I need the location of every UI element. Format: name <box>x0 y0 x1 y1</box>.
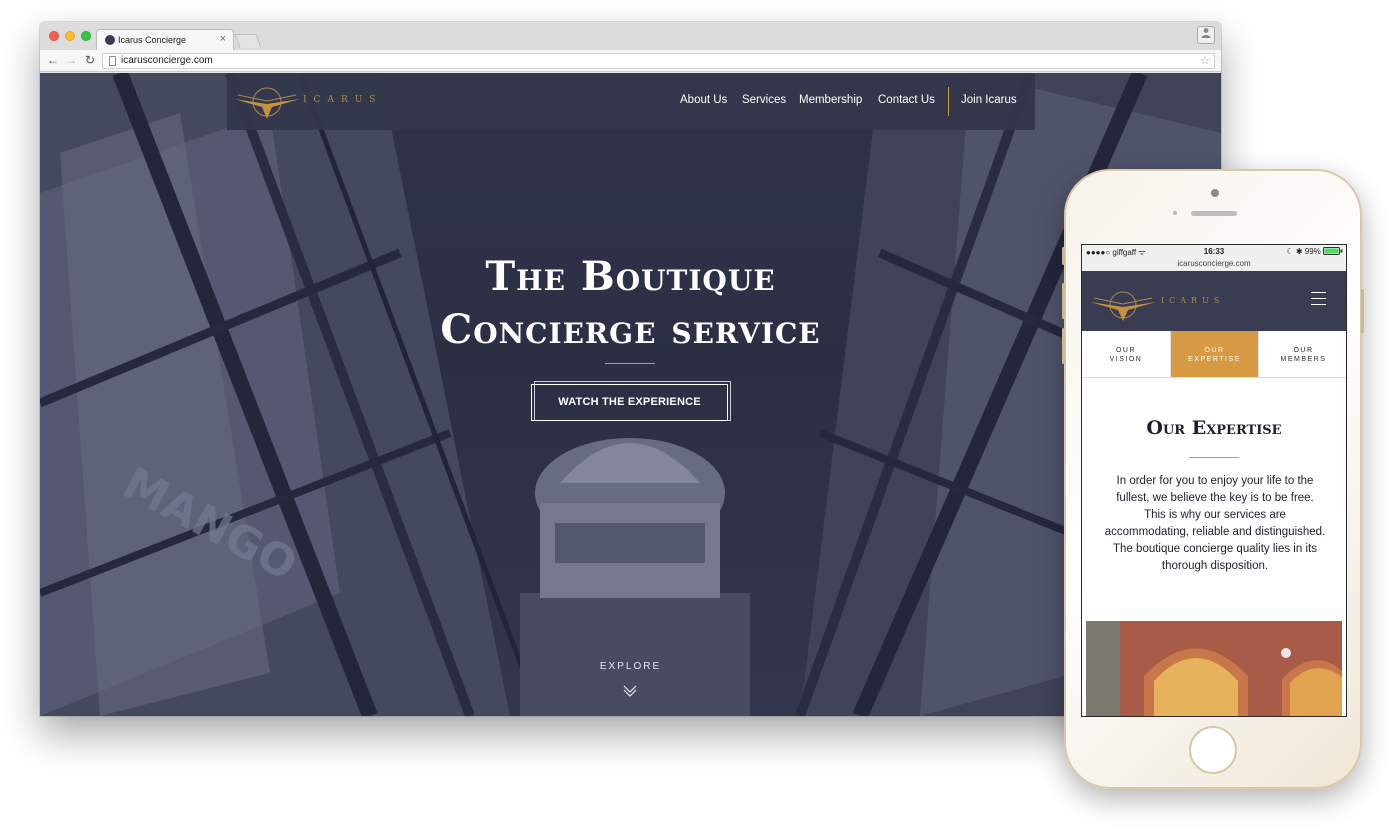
section-paragraph: In order for you to enjoy your life to t… <box>1104 475 1326 572</box>
heading-gold-rule <box>1189 457 1239 458</box>
minimize-window-button[interactable] <box>65 31 75 41</box>
page-icon <box>109 56 116 66</box>
tab-bar: Icarus Concierge × <box>40 22 1221 50</box>
tab-label-line2: VISION <box>1109 356 1143 363</box>
iphone-mockup: ●●●●○ giffgaff ᯤ 16:33 ☾ ✱ 99% icaruscon… <box>1062 169 1364 789</box>
forward-icon[interactable]: → <box>65 53 77 67</box>
hero-section: MANGO ICARUS About Us Services Membershi… <box>40 73 1221 716</box>
icarus-logo-icon[interactable] <box>232 83 302 121</box>
chevron-down-icon[interactable] <box>623 683 637 697</box>
volume-up-button <box>1062 283 1065 319</box>
maximize-window-button[interactable] <box>81 31 91 41</box>
status-bar: ●●●●○ giffgaff ᯤ 16:33 ☾ ✱ 99% icaruscon… <box>1082 245 1346 271</box>
profile-icon[interactable] <box>1197 26 1215 44</box>
hero-title-line2: Concierge service <box>440 306 821 353</box>
tab-title: Icarus Concierge <box>118 35 187 45</box>
browser-toolbar: ← → ↻ icarusconcierge.com ☆ <box>40 50 1221 72</box>
tab-our-members[interactable]: OUR MEMBERS <box>1258 331 1346 377</box>
section-heading: Our Expertise <box>1146 417 1282 439</box>
proximity-sensor <box>1173 211 1177 215</box>
phone-screen: ●●●●○ giffgaff ᯤ 16:33 ☾ ✱ 99% icaruscon… <box>1081 244 1347 717</box>
back-icon[interactable]: ← <box>47 53 59 67</box>
battery-status: ☾ ✱ 99% <box>1286 247 1343 256</box>
mobile-header: ICARUS <box>1082 271 1346 331</box>
explore-label[interactable]: EXPLORE <box>40 661 1221 672</box>
battery-icon <box>1323 247 1343 255</box>
tab-label-line2: EXPERTISE <box>1188 356 1241 363</box>
browser-window: Icarus Concierge × ← → ↻ icarusconcierge… <box>40 22 1221 716</box>
mobile-tabs: OUR VISION OUR EXPERTISE OUR MEMBERS <box>1082 331 1346 377</box>
tabs-bottom-border <box>1082 377 1346 378</box>
tab-label-line1: OUR <box>1115 347 1137 354</box>
tab-label-line1: OUR <box>1204 347 1225 354</box>
volume-down-button <box>1062 328 1065 364</box>
phone-address-url[interactable]: icarusconcierge.com <box>1082 259 1346 268</box>
mobile-logo-text: ICARUS <box>1161 296 1225 305</box>
hamburger-menu-icon[interactable] <box>1311 292 1326 307</box>
nav-about-us[interactable]: About Us <box>680 94 727 106</box>
hero-gold-rule <box>605 363 655 364</box>
nav-contact-us[interactable]: Contact Us <box>878 94 935 106</box>
mute-switch <box>1062 247 1065 265</box>
nav-divider <box>948 87 949 116</box>
bookmark-star-icon[interactable]: ☆ <box>1200 54 1210 67</box>
nav-services[interactable]: Services <box>742 94 786 106</box>
storefront-photo <box>1086 621 1342 716</box>
earpiece-speaker <box>1191 211 1237 216</box>
battery-text: ☾ ✱ 99% <box>1286 247 1321 256</box>
power-button <box>1361 289 1364 333</box>
nav-membership[interactable]: Membership <box>799 94 862 106</box>
tab-close-icon[interactable]: × <box>220 33 226 45</box>
front-camera <box>1211 189 1219 197</box>
site-header: ICARUS About Us Services Membership Cont… <box>227 73 1035 130</box>
new-tab-button[interactable] <box>234 34 262 48</box>
reload-icon[interactable]: ↻ <box>85 53 95 67</box>
tab-our-expertise[interactable]: OUR EXPERTISE <box>1170 331 1258 377</box>
tab-label-line1: OUR <box>1293 347 1314 354</box>
tab-label-line2: MEMBERS <box>1280 356 1327 363</box>
address-bar[interactable]: icarusconcierge.com ☆ <box>102 53 1215 69</box>
address-url: icarusconcierge.com <box>121 55 213 66</box>
browser-tab[interactable]: Icarus Concierge × <box>96 29 234 50</box>
watch-experience-button[interactable]: WATCH THE EXPERIENCE <box>531 384 728 421</box>
hero-title-line1: The Boutique <box>485 253 776 300</box>
nav-join-icarus[interactable]: Join Icarus <box>961 94 1017 106</box>
home-button[interactable] <box>1189 726 1237 774</box>
tab-our-vision[interactable]: OUR VISION <box>1082 331 1170 377</box>
close-window-button[interactable] <box>49 31 59 41</box>
logo-text: ICARUS <box>303 95 383 105</box>
icarus-logo-icon[interactable] <box>1088 287 1158 323</box>
favicon-icon <box>105 35 115 45</box>
